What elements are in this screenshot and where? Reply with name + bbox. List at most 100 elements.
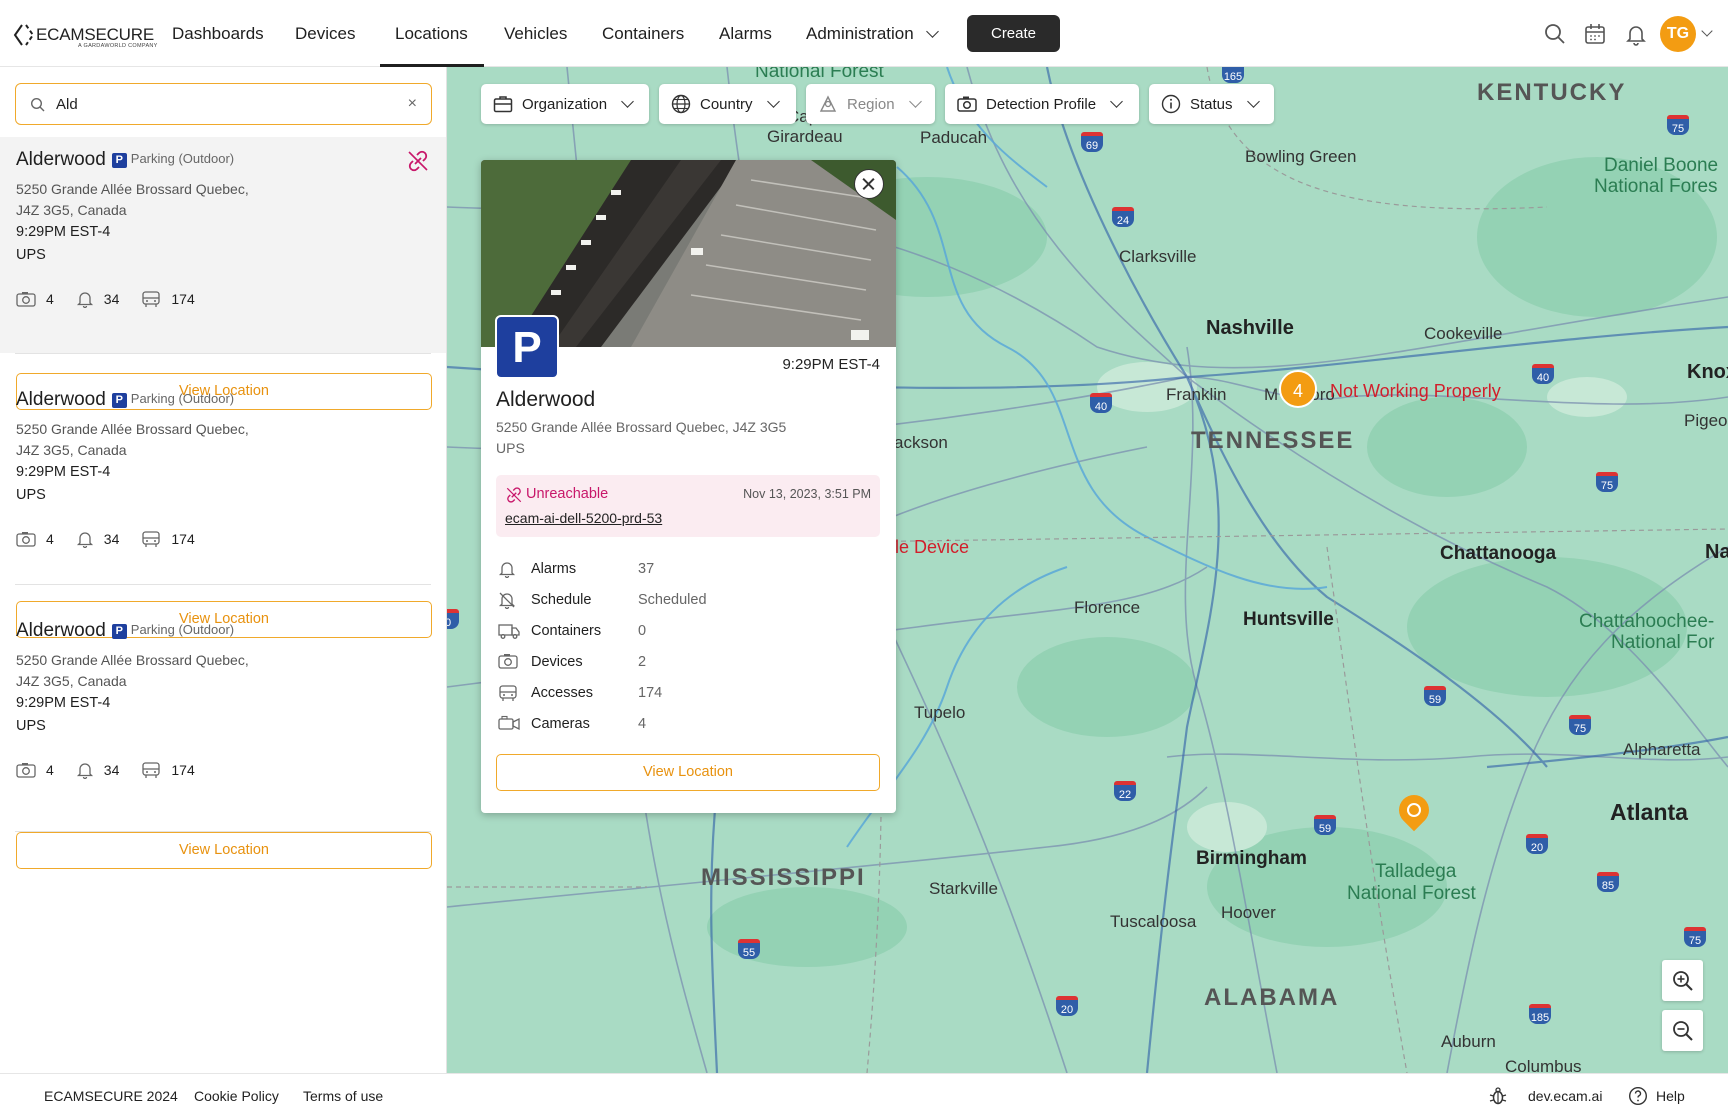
location-name: Alderwood [16,149,106,170]
interstate-shield-icon: 69 [1081,132,1103,152]
camera-icon [16,763,36,778]
brand-subtitle: A GARDAWORLD COMPANY [78,43,158,49]
location-cluster-marker[interactable]: 4 [1279,370,1317,408]
row-value: 2 [638,654,647,670]
device-alert: Unreachable Nov 13, 2023, 3:51 PM ecam-a… [496,475,880,537]
interstate-shield-icon: 20 [1056,996,1078,1016]
nav-administration[interactable]: Administration [806,0,939,67]
location-card[interactable]: Alderwood P Parking (Outdoor) 5250 Grande … [0,137,446,410]
alarm-count: 34 [103,531,120,547]
popup-row-containers: Containers 0 [496,620,880,644]
location-name: Alderwood [16,389,106,410]
map-label: Atlanta [1610,799,1688,825]
search-icon[interactable] [1543,22,1567,46]
video-camera-icon [498,715,520,731]
chevron-down-icon [925,25,939,38]
help-link[interactable]: Help [1656,1088,1685,1104]
location-org: UPS [16,487,46,503]
alarm-count: 34 [103,762,120,778]
popup-view-location-button[interactable]: View Location [496,754,880,791]
filter-organization[interactable]: Organization [481,84,649,124]
bell-icon[interactable] [1624,22,1648,46]
nav-vehicles[interactable]: Vehicles [504,0,567,67]
chevron-down-icon [1246,94,1260,108]
vehicle-icon [142,531,161,547]
map-label: Nashville [1206,317,1294,339]
row-label: Accesses [531,685,594,701]
zoom-out-button[interactable] [1662,1010,1703,1051]
clear-search-icon[interactable]: × [408,95,417,113]
interstate-shield-icon: 59 [1424,686,1446,706]
interstate-shield-icon: 0 [447,609,459,629]
chevron-down-icon [908,94,922,108]
row-label: Schedule [531,592,592,608]
map-label: Bowling Green [1245,147,1357,166]
nav-administration-label: Administration [806,24,914,43]
ecamsecure-logo[interactable]: ECAMSECURE A GARDAWORLD COMPANY [12,22,157,49]
filter-label: Region [847,95,895,113]
device-status-label[interactable]: Not Working Properly [1330,381,1501,402]
footer-copyright: ECAMSECURE 2024 [44,1088,178,1104]
filter-country[interactable]: Country [659,84,796,124]
map-label: Birmingham [1196,848,1307,869]
logo-mark-icon [13,24,35,46]
parking-badge-icon: P [111,624,127,639]
map-label: Florence [1074,598,1141,617]
popup-row-cameras: Cameras 4 [496,713,880,737]
location-type: Parking (Outdoor) [130,151,235,166]
create-button[interactable]: Create [967,15,1060,52]
camera-icon [16,532,36,547]
map-label: Clarksville [1119,247,1197,266]
map-label: Cookeville [1424,324,1503,343]
calendar-icon[interactable] [1583,22,1607,46]
terms-of-use-link[interactable]: Terms of use [303,1088,383,1104]
nav-containers[interactable]: Containers [602,0,684,67]
chevron-down-icon [1110,94,1123,108]
parking-badge-icon: P [495,315,559,379]
nav-locations[interactable]: Locations [380,0,484,67]
chevron-down-icon[interactable] [1701,25,1713,37]
cookie-policy-link[interactable]: Cookie Policy [194,1088,279,1104]
bell-icon [76,763,93,779]
close-popup-button[interactable] [854,169,884,199]
view-location-button[interactable]: View Location [16,832,432,869]
popup-org: UPS [496,440,525,456]
camera-count: 4 [46,291,54,307]
map-label: Tuscaloosa [1110,912,1197,931]
map-label: MISSISSIPPI [701,864,866,891]
help-icon[interactable] [1628,1086,1648,1106]
user-avatar[interactable]: TG [1660,16,1696,52]
location-card[interactable]: Alderwood P Parking (Outdoor) 5250 Grande … [0,584,446,869]
bug-icon[interactable] [1488,1086,1508,1106]
filter-status[interactable]: Status [1149,84,1274,124]
device-link[interactable]: ecam-ai-dell-5200-prd-53 [505,510,662,526]
filter-region[interactable]: Region [806,84,935,124]
address-line: J4Z 3G5, Canada [16,442,127,458]
location-name: Alderwood [16,620,106,641]
popup-row-devices: Devices 2 [496,651,880,675]
location-card[interactable]: Alderwood P Parking (Outdoor) 5250 Grande … [0,353,446,638]
map-label: Huntsville [1243,609,1334,630]
region-icon [819,95,837,112]
parking-badge-icon: P [111,153,127,168]
row-value: 0 [638,623,647,639]
location-org: UPS [16,247,46,263]
map-label: National For [1611,632,1715,653]
row-value: 37 [638,561,655,577]
row-label: Devices [531,654,583,670]
briefcase-icon [493,96,513,113]
nav-dashboards[interactable]: Dashboards [172,0,264,67]
map-label: Columbus [1505,1057,1582,1073]
bell-icon [76,292,93,308]
nav-alarms[interactable]: Alarms [719,0,772,67]
zoom-in-button[interactable] [1662,960,1703,1001]
vehicle-icon [142,291,161,307]
search-box[interactable]: × [15,83,432,125]
device-status-label[interactable]: le Device [895,537,969,558]
row-value: Scheduled [638,592,707,608]
nav-devices[interactable]: Devices [295,0,355,67]
filter-detection-profile[interactable]: Detection Profile [945,84,1139,124]
access-count: 174 [171,531,195,547]
search-input[interactable] [56,93,396,115]
location-org: UPS [16,718,46,734]
